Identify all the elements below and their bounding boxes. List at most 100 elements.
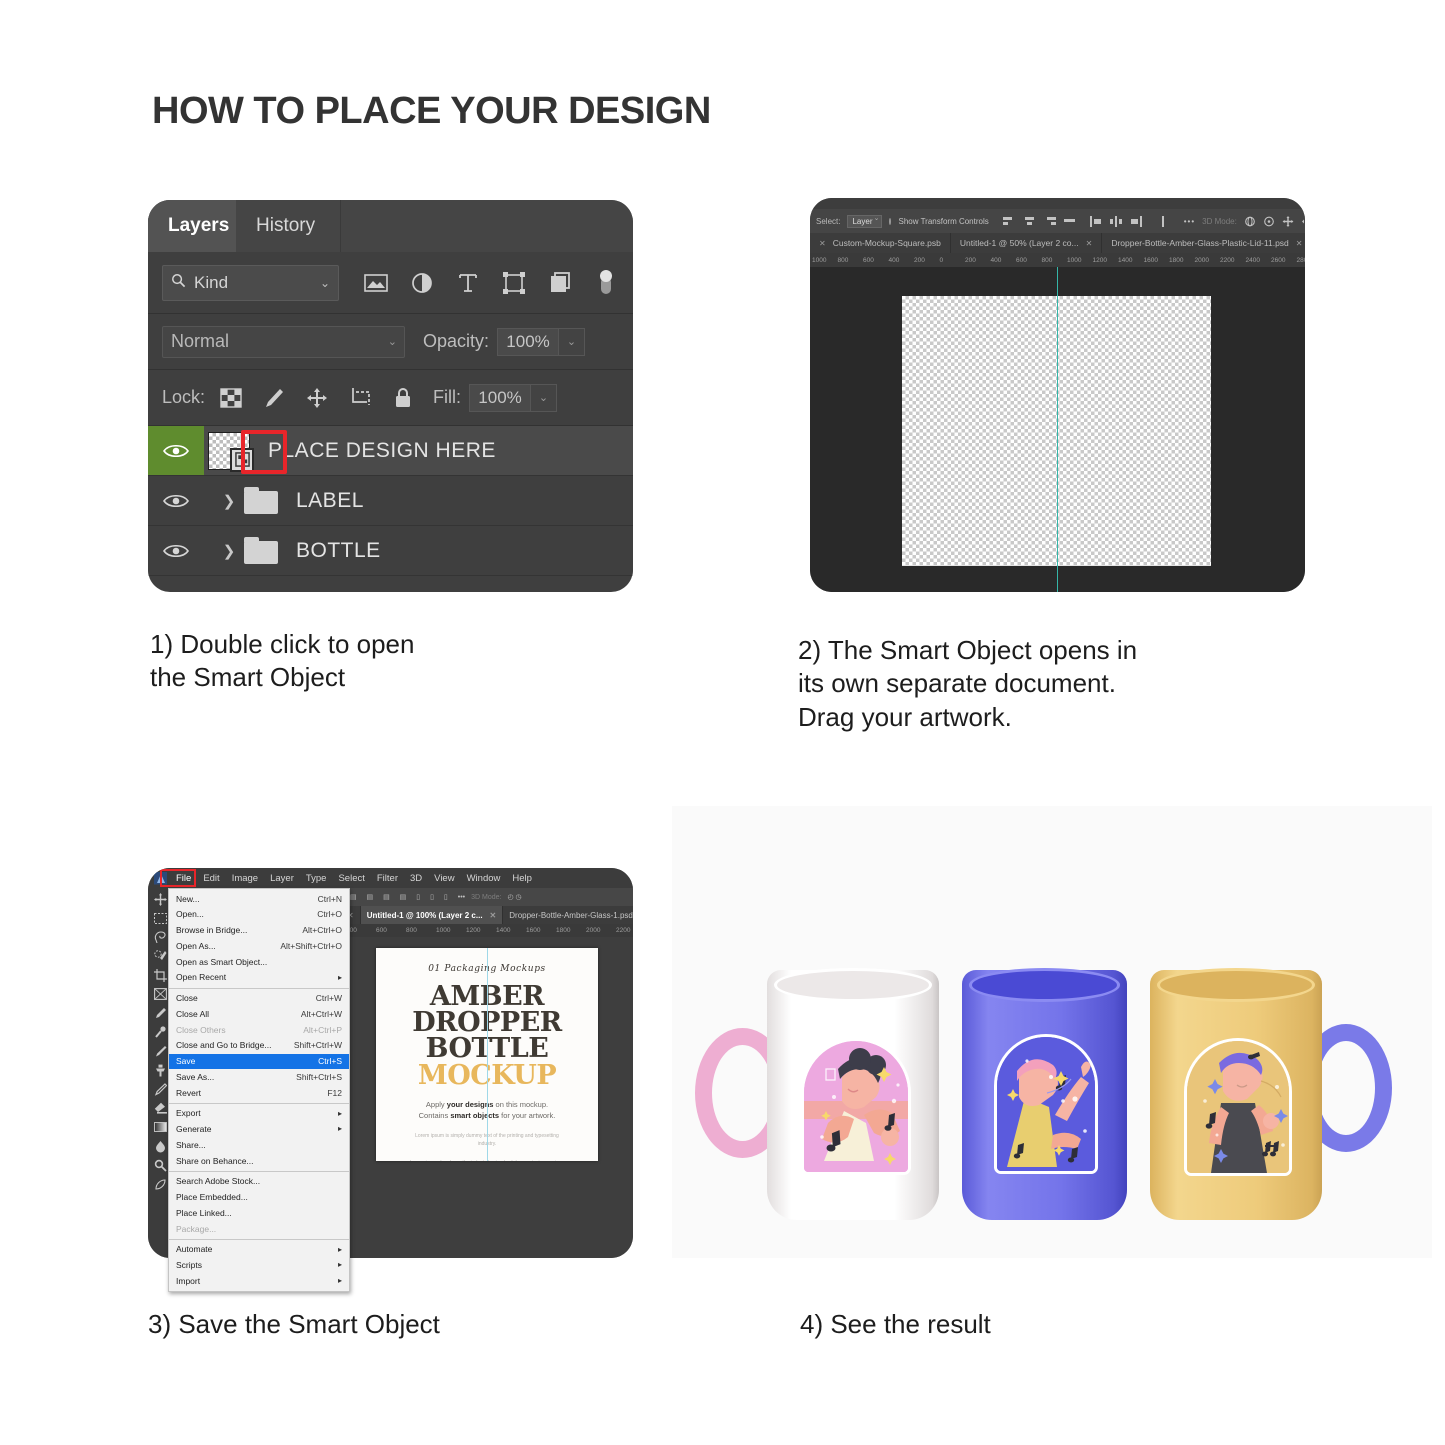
menu-file[interactable]: File bbox=[170, 870, 197, 887]
file-menu-item[interactable]: Import ▸ bbox=[169, 1273, 349, 1289]
horizontal-ruler[interactable]: 400 600 800 1000 1200 1400 1600 1800 200… bbox=[344, 924, 633, 937]
menu-type[interactable]: Type bbox=[300, 870, 333, 887]
marquee-tool-icon[interactable] bbox=[152, 911, 168, 925]
eyedropper-tool-icon[interactable] bbox=[152, 1006, 168, 1020]
file-dropdown-menu[interactable]: New... Ctrl+N Open... Ctrl+O Browse in Bridg… bbox=[168, 888, 350, 1292]
smart-object-icon[interactable] bbox=[547, 270, 573, 296]
select-target-dropdown[interactable]: Layer bbox=[847, 214, 883, 228]
file-menu-item[interactable]: Share on Behance... bbox=[169, 1153, 349, 1169]
chevron-right-icon[interactable]: ❯ bbox=[218, 492, 240, 510]
crop-tool-icon[interactable] bbox=[152, 968, 168, 982]
file-menu-item[interactable]: Scripts ▸ bbox=[169, 1258, 349, 1274]
menu-edit[interactable]: Edit bbox=[197, 870, 225, 887]
file-menu-item[interactable]: Browse in Bridge... Alt+Ctrl+O bbox=[169, 923, 349, 939]
file-menu-item[interactable]: Save Ctrl+S bbox=[169, 1053, 349, 1070]
file-menu-item[interactable]: Close and Go to Bridge... Shift+Ctrl+W bbox=[169, 1038, 349, 1054]
file-menu-item[interactable]: Generate ▸ bbox=[169, 1122, 349, 1138]
file-menu-item[interactable]: Open As... Alt+Shift+Ctrl+O bbox=[169, 938, 349, 954]
quick-selection-tool-icon[interactable] bbox=[152, 949, 168, 963]
menu-layer[interactable]: Layer bbox=[264, 870, 300, 887]
align-right-edges-icon[interactable] bbox=[1043, 216, 1056, 227]
image-layer-icon[interactable] bbox=[363, 270, 389, 296]
close-icon[interactable]: ✕ bbox=[1296, 239, 1303, 248]
menu-help[interactable]: Help bbox=[506, 870, 538, 887]
layer-thumbnail[interactable] bbox=[208, 431, 254, 472]
fill-chevron-icon[interactable]: ⌄ bbox=[531, 383, 558, 412]
file-menu-item[interactable]: Search Adobe Stock... bbox=[169, 1174, 349, 1190]
show-transform-controls-checkbox[interactable] bbox=[889, 217, 892, 225]
opacity-chevron-icon[interactable]: ⌄ bbox=[559, 327, 586, 356]
move-tool-icon[interactable] bbox=[152, 892, 168, 906]
align-top-edges-icon[interactable] bbox=[1063, 216, 1076, 227]
file-menu-item[interactable]: Export ▸ bbox=[169, 1106, 349, 1122]
tab-layers[interactable]: Layers bbox=[148, 200, 250, 252]
mockup-document-page[interactable]: 01 Packaging Mockups AMBER DROPPER BOTTL… bbox=[376, 948, 598, 1161]
lock-position-icon[interactable] bbox=[305, 386, 329, 410]
file-menu-item[interactable]: Close Ctrl+W bbox=[169, 991, 349, 1007]
rotate-3d-icon[interactable] bbox=[1244, 216, 1256, 227]
layer-row-label[interactable]: ❯ LABEL bbox=[148, 476, 633, 526]
lock-image-pixels-icon[interactable] bbox=[262, 386, 286, 410]
menu-view[interactable]: View bbox=[428, 870, 460, 887]
lock-transparent-pixels-icon[interactable] bbox=[219, 386, 243, 410]
document-tab-untitled-1[interactable]: Untitled-1 @ 100% (Layer 2 c... ✕ bbox=[360, 906, 504, 924]
pen-tool-icon[interactable] bbox=[152, 1177, 168, 1191]
menu-3d[interactable]: 3D bbox=[404, 870, 428, 887]
document-canvas[interactable]: 01 Packaging Mockups AMBER DROPPER BOTTL… bbox=[344, 937, 633, 1258]
canvas-area[interactable] bbox=[810, 267, 1305, 592]
gradient-tool-icon[interactable] bbox=[152, 1120, 168, 1134]
clone-stamp-tool-icon[interactable] bbox=[152, 1063, 168, 1077]
align-left-edges-icon[interactable] bbox=[1002, 216, 1016, 227]
file-menu-item[interactable]: New... Ctrl+N bbox=[169, 891, 349, 907]
fill-value[interactable]: 100% bbox=[469, 383, 532, 412]
file-menu-item[interactable]: Save As... Shift+Ctrl+S bbox=[169, 1069, 349, 1085]
document-tab-dropper-bottle[interactable]: Dropper-Bottle-Amber-Glass-1.psd bbox=[503, 906, 633, 924]
distribute-icon-group[interactable]: ▯ ▯ ▯ bbox=[416, 893, 451, 901]
file-menu-item[interactable]: Place Linked... bbox=[169, 1205, 349, 1221]
close-icon[interactable]: ✕ bbox=[819, 239, 826, 248]
type-layer-icon[interactable] bbox=[455, 270, 481, 296]
file-menu-item[interactable]: Place Embedded... bbox=[169, 1190, 349, 1206]
dodge-tool-icon[interactable] bbox=[152, 1158, 168, 1172]
document-tab-untitled-1[interactable]: Untitled-1 @ 50% (Layer 2 co... ✕ bbox=[951, 233, 1103, 253]
layer-row-bottle[interactable]: ❯ BOTTLE bbox=[148, 526, 633, 576]
close-icon[interactable]: ✕ bbox=[1086, 239, 1093, 248]
layer-row-place-design-here[interactable]: PLACE DESIGN HERE bbox=[148, 426, 633, 476]
roll-3d-icon[interactable] bbox=[1263, 216, 1275, 227]
menu-select[interactable]: Select bbox=[332, 870, 370, 887]
filter-toggle-icon[interactable] bbox=[593, 269, 619, 296]
distribute-vertical-icon[interactable] bbox=[1157, 215, 1170, 227]
slide-3d-icon[interactable] bbox=[1301, 216, 1305, 227]
menu-window[interactable]: Window bbox=[461, 870, 507, 887]
frame-tool-icon[interactable] bbox=[152, 987, 168, 1001]
blur-tool-icon[interactable] bbox=[152, 1139, 168, 1153]
file-menu-item[interactable]: Open as Smart Object... bbox=[169, 954, 349, 970]
more-options-icon[interactable]: ••• bbox=[1184, 217, 1195, 226]
close-icon[interactable]: ✕ bbox=[490, 911, 497, 920]
layer-visibility-toggle[interactable] bbox=[148, 526, 204, 575]
distribute-right-icon[interactable] bbox=[1130, 215, 1143, 227]
filter-kind-dropdown[interactable]: Kind ⌄ bbox=[162, 264, 339, 301]
layer-visibility-toggle[interactable] bbox=[148, 476, 204, 525]
pan-3d-icon[interactable] bbox=[1282, 215, 1294, 227]
brush-tool-icon[interactable] bbox=[152, 1044, 168, 1058]
adjustment-layer-icon[interactable] bbox=[409, 270, 435, 296]
align-icon-group[interactable]: ▤ ▤ ▤ ▤ bbox=[350, 893, 410, 901]
file-menu-item[interactable]: Open... Ctrl+O bbox=[169, 907, 349, 923]
file-menu-item[interactable]: Revert F12 bbox=[169, 1085, 349, 1101]
lock-artboard-icon[interactable] bbox=[348, 386, 372, 410]
file-menu-item[interactable]: Share... bbox=[169, 1137, 349, 1153]
chevron-right-icon[interactable]: ❯ bbox=[218, 542, 240, 560]
healing-brush-tool-icon[interactable] bbox=[152, 1025, 168, 1039]
menu-image[interactable]: Image bbox=[226, 870, 264, 887]
align-horizontal-centers-icon[interactable] bbox=[1023, 216, 1036, 227]
distribute-left-icon[interactable] bbox=[1089, 215, 1103, 227]
file-menu-item[interactable]: Open Recent ▸ bbox=[169, 970, 349, 986]
more-options-icon[interactable]: ••• bbox=[458, 894, 465, 901]
document-tab-custom-mockup[interactable]: ✕ Custom-Mockup-Square.psb bbox=[810, 233, 951, 253]
opacity-value[interactable]: 100% bbox=[497, 327, 560, 356]
rotate-3d-icon[interactable]: ◴ ◷ bbox=[507, 893, 521, 901]
shape-layer-icon[interactable] bbox=[501, 270, 527, 296]
history-brush-tool-icon[interactable] bbox=[152, 1082, 168, 1096]
tab-history[interactable]: History bbox=[236, 200, 336, 252]
